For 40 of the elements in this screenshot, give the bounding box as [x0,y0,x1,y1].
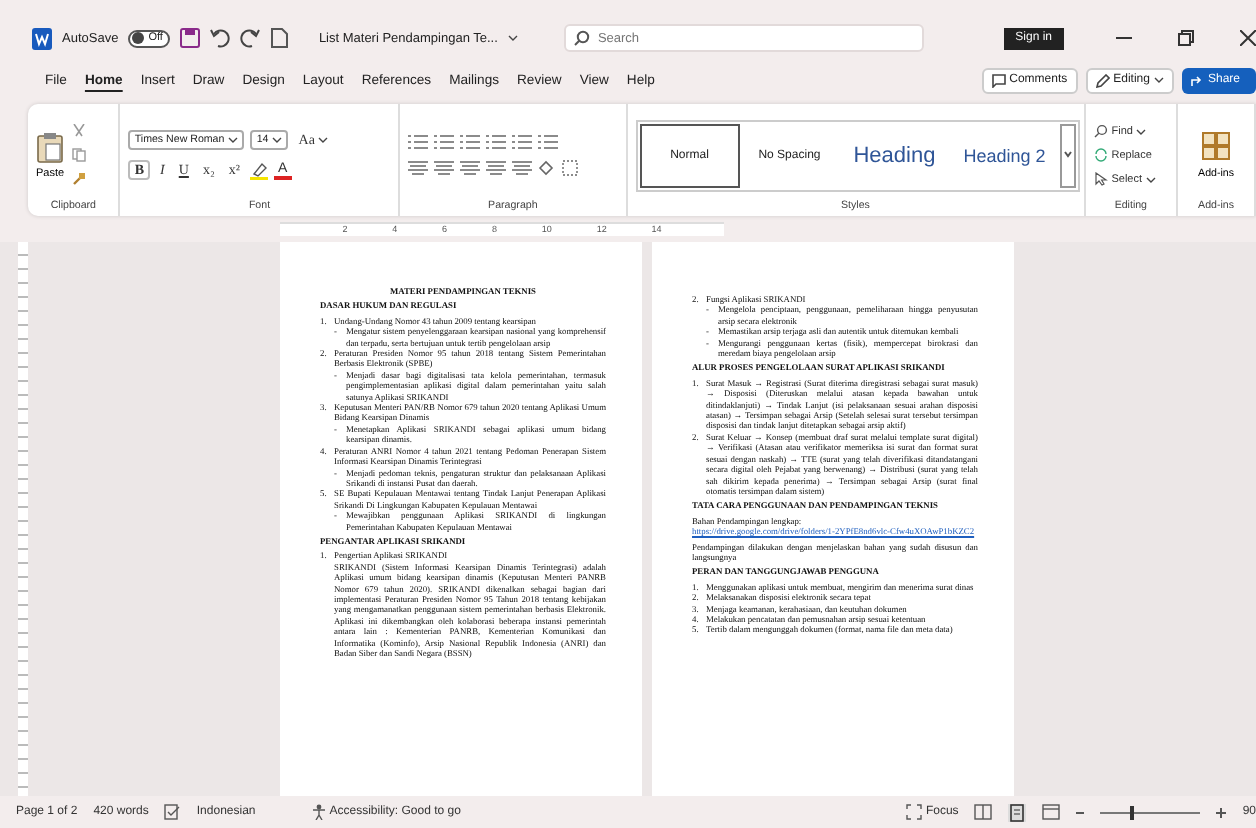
brush-icon[interactable] [72,172,87,186]
restore-icon[interactable] [1178,30,1194,46]
read-mode-icon[interactable] [974,804,993,820]
caret-icon[interactable] [507,34,518,42]
search-icon [1093,124,1108,138]
copy-icon[interactable] [72,148,87,162]
pencil-icon [1095,73,1110,87]
caret-icon [1136,127,1147,135]
undo-icon[interactable] [210,28,231,48]
zoom-in-icon[interactable] [1216,807,1227,817]
close-icon[interactable] [1240,30,1256,46]
caret-icon [272,136,283,144]
search-icon [573,30,590,46]
web-layout-icon[interactable] [1042,804,1061,820]
gallery-more-icon[interactable] [1059,123,1076,187]
borders-icon[interactable] [562,160,579,176]
document-icon[interactable] [270,28,289,48]
caret-icon [1146,175,1157,183]
cursor-icon [1093,172,1108,186]
caret-icon [318,136,329,144]
word-icon[interactable] [32,27,52,49]
bullets-icon[interactable] [408,134,429,150]
save-icon[interactable] [180,28,201,48]
redo-icon[interactable] [240,28,261,48]
share-icon [1189,73,1204,87]
caret-icon [228,136,239,144]
print-layout-icon[interactable] [1008,803,1027,821]
replace-icon [1093,148,1108,162]
cut-icon[interactable] [72,124,87,138]
highlighter-icon[interactable] [250,161,268,179]
proofing-icon[interactable] [164,804,181,820]
caret-icon [1153,76,1164,84]
zoom-thumb[interactable] [1130,805,1135,819]
clipboard-icon [36,131,65,163]
focus-icon [905,804,922,820]
style-option[interactable]: Heading 2 [949,123,1060,187]
grid-icon [1202,131,1231,159]
comment-icon [991,73,1006,87]
style-option[interactable]: Heading [839,123,950,187]
person-icon [311,804,326,820]
